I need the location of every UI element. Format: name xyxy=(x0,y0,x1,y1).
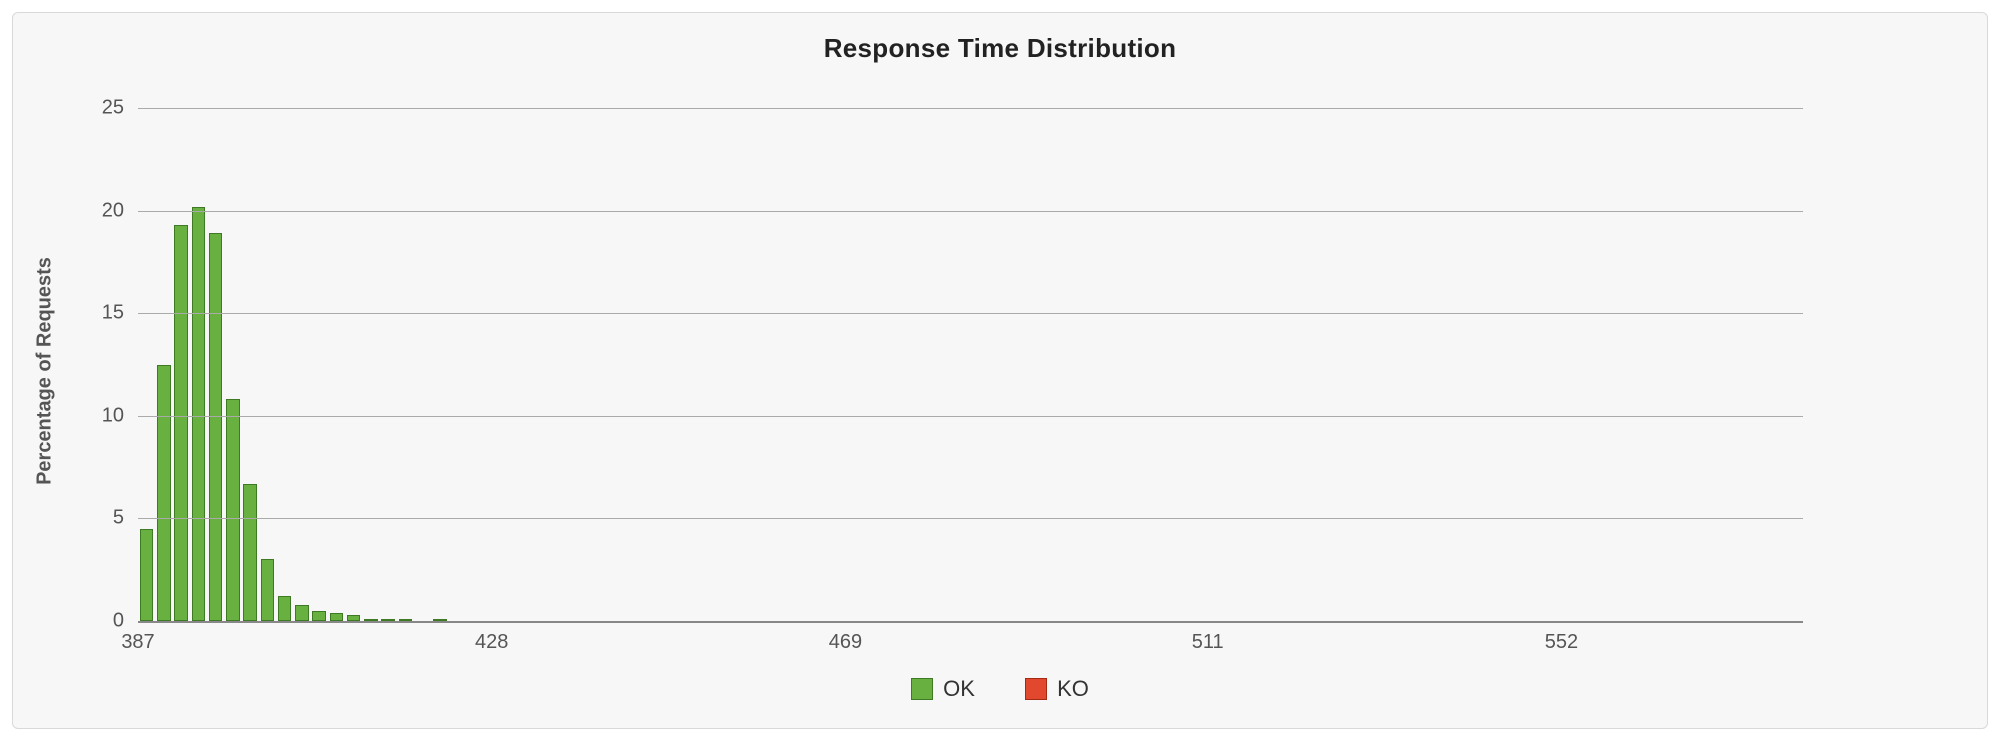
x-tick-label: 387 xyxy=(121,621,154,654)
bar-ok[interactable] xyxy=(381,619,394,621)
grid-line xyxy=(138,313,1803,314)
legend-item-ko[interactable]: KO xyxy=(1025,676,1089,702)
bar-ok[interactable] xyxy=(364,619,377,621)
bar-ok[interactable] xyxy=(399,619,412,621)
grid-line xyxy=(138,211,1803,212)
x-tick-label: 428 xyxy=(475,621,508,654)
legend: OK KO xyxy=(13,676,1987,706)
plot-area: 0510152025387428469511552 xyxy=(138,108,1803,623)
legend-swatch-ko xyxy=(1025,678,1047,700)
bars-layer xyxy=(138,108,1803,621)
bar-ok[interactable] xyxy=(278,596,291,621)
bar-ok[interactable] xyxy=(157,365,170,622)
legend-item-ok[interactable]: OK xyxy=(911,676,975,702)
bar-ok[interactable] xyxy=(312,611,325,621)
bar-ok[interactable] xyxy=(347,615,360,621)
y-axis-label: Percentage of Requests xyxy=(34,257,57,485)
y-tick-label: 10 xyxy=(78,404,138,427)
y-tick-label: 15 xyxy=(78,302,138,325)
x-tick-label: 511 xyxy=(1192,621,1224,654)
chart-title: Response Time Distribution xyxy=(13,33,1987,64)
bar-ok[interactable] xyxy=(243,484,256,621)
chart-panel: Response Time Distribution Percentage of… xyxy=(12,12,1988,729)
y-tick-label: 20 xyxy=(78,199,138,222)
bar-ok[interactable] xyxy=(226,399,239,621)
grid-line xyxy=(138,108,1803,109)
bar-ok[interactable] xyxy=(261,559,274,621)
bar-ok[interactable] xyxy=(330,613,343,621)
bar-ok[interactable] xyxy=(295,605,308,621)
bar-ok[interactable] xyxy=(192,207,205,622)
legend-label-ko: KO xyxy=(1057,676,1089,702)
bar-ok[interactable] xyxy=(433,619,446,621)
y-tick-label: 5 xyxy=(78,507,138,530)
grid-line xyxy=(138,416,1803,417)
grid-line xyxy=(138,518,1803,519)
y-tick-label: 25 xyxy=(78,97,138,120)
bar-ok[interactable] xyxy=(140,529,153,621)
x-tick-label: 552 xyxy=(1545,621,1578,654)
bar-ok[interactable] xyxy=(209,233,222,621)
legend-label-ok: OK xyxy=(943,676,975,702)
x-tick-label: 469 xyxy=(829,621,862,654)
bar-ok[interactable] xyxy=(174,225,187,621)
legend-swatch-ok xyxy=(911,678,933,700)
